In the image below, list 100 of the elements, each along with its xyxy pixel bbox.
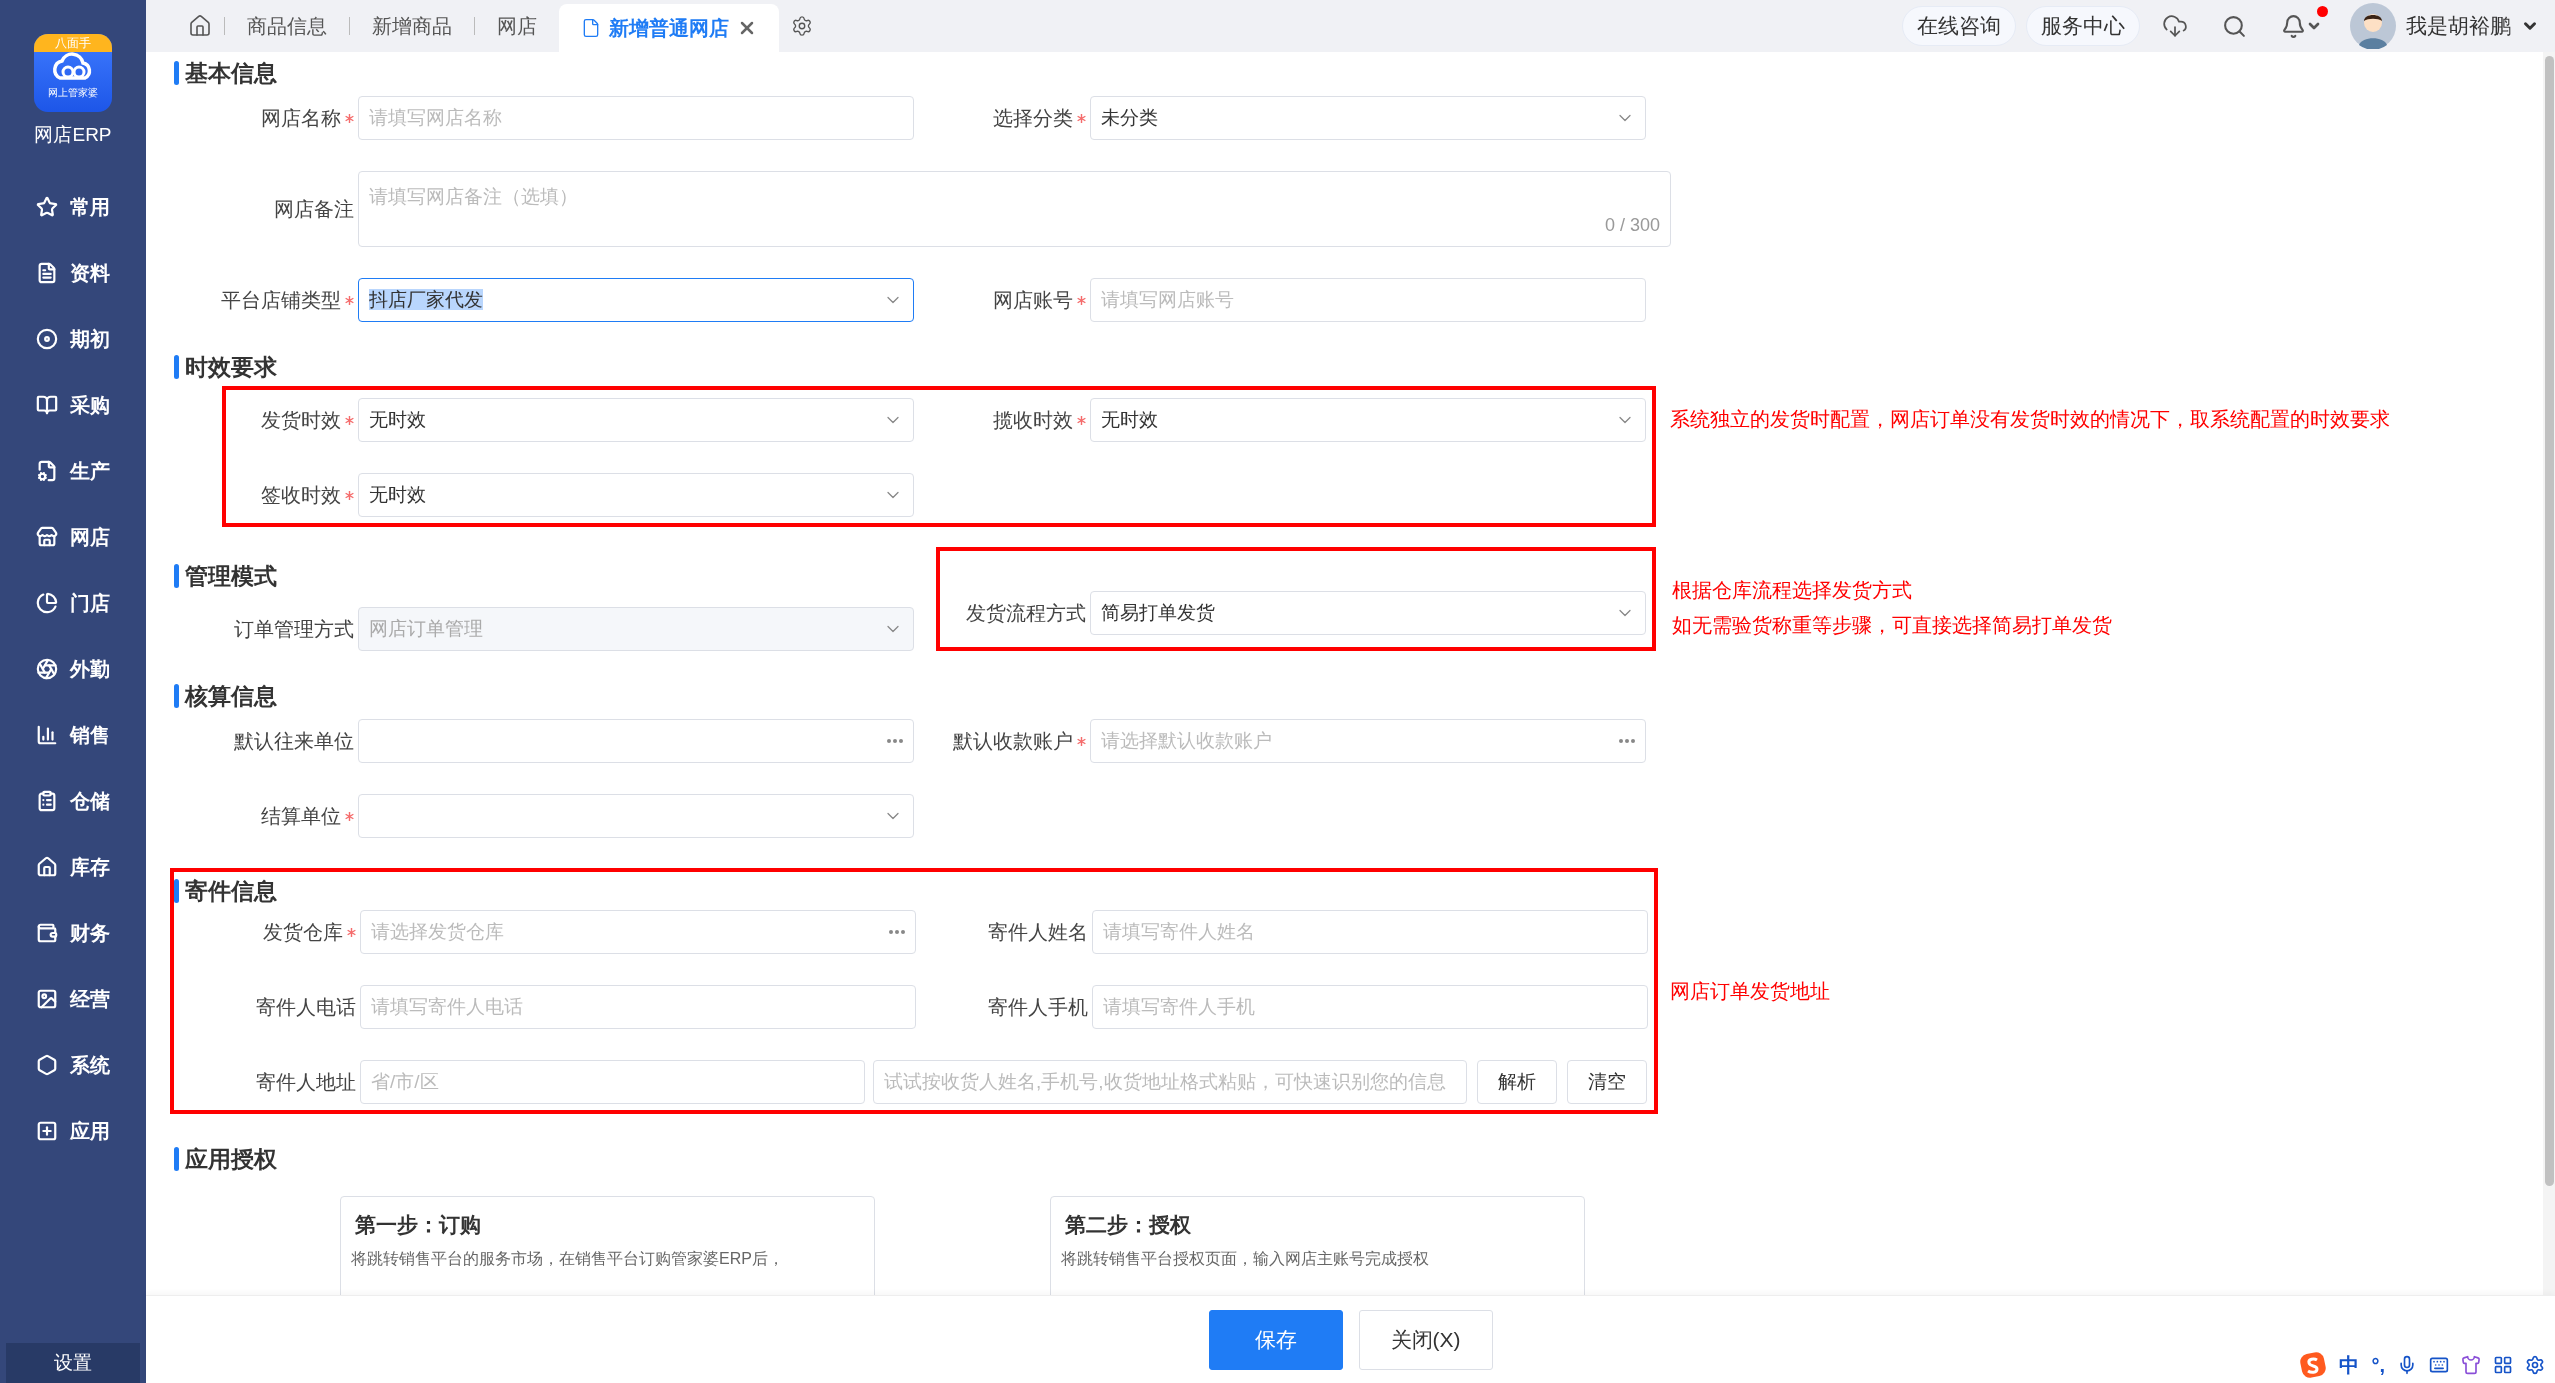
field-label: 结算单位	[261, 803, 341, 829]
select-field[interactable]	[358, 794, 914, 838]
close-button[interactable]: 关闭(X)	[1358, 1309, 1493, 1370]
annotation-note: 如无需验货称重等步骤，可直接选择简易打单发货	[1672, 613, 2112, 638]
scrollbar[interactable]	[2543, 52, 2555, 1295]
sidebar-item[interactable]: 生产	[0, 438, 146, 504]
sidebar-item[interactable]: 资料	[0, 240, 146, 306]
bell-icon[interactable]	[2281, 13, 2306, 39]
store-icon	[36, 526, 58, 548]
field-label: 寄件人手机	[988, 994, 1088, 1020]
field-label: 发货仓库	[263, 919, 343, 945]
section-title: 应用授权	[174, 1144, 2543, 1174]
select-field[interactable]: 未分类	[1090, 96, 1646, 140]
field-label: 寄件人地址	[256, 1069, 356, 1095]
select-field[interactable]: 无时效	[1090, 398, 1646, 442]
field-label: 发货时效	[261, 407, 341, 433]
field-label: 签收时效	[261, 482, 341, 508]
character-count: 0 / 300	[1604, 215, 1660, 236]
microphone-icon[interactable]	[2397, 1355, 2417, 1375]
sidebar-item[interactable]: 经营	[0, 966, 146, 1032]
sidebar-item[interactable]: 常用	[0, 174, 146, 240]
section-title: 时效要求	[174, 352, 2543, 382]
help-link[interactable]: 服务中心	[2026, 6, 2140, 46]
user-menu[interactable]: 我是胡裕鹏	[2344, 2, 2545, 50]
document-icon	[36, 262, 58, 284]
sidebar-item[interactable]: 仓储	[0, 768, 146, 834]
annotation-note: 根据仓库流程选择发货方式	[1672, 578, 1913, 603]
ime-label: °,	[2371, 1353, 2385, 1377]
sidebar-item[interactable]: 采购	[0, 372, 146, 438]
select-field[interactable]: 无时效	[358, 398, 914, 442]
more-icon	[1619, 739, 1635, 743]
house-icon	[36, 856, 58, 878]
address-button[interactable]: 清空	[1567, 1060, 1647, 1104]
document-icon	[581, 18, 601, 38]
shirt-icon[interactable]	[2461, 1355, 2481, 1375]
field-label: 寄件人姓名	[988, 919, 1088, 945]
settings-button[interactable]: 设置	[6, 1343, 140, 1383]
sidebar-item[interactable]: 财务	[0, 900, 146, 966]
clipboard-icon	[36, 790, 58, 812]
sidebar-item[interactable]: 库存	[0, 834, 146, 900]
sidebar-item[interactable]: 外勤	[0, 636, 146, 702]
app-name: 网店ERP	[33, 123, 113, 147]
ime-toolbar[interactable]: 中 °,	[2289, 1347, 2555, 1383]
field-label: 平台店铺类型	[221, 287, 341, 313]
select-field[interactable]: 抖店厂家代发	[358, 278, 914, 322]
field-label: 订单管理方式	[234, 616, 354, 642]
sidebar-item[interactable]: 网店	[0, 504, 146, 570]
sidebar-item[interactable]: 系统	[0, 1032, 146, 1098]
ime-label: 中	[2339, 1352, 2360, 1378]
more-icon	[889, 930, 905, 934]
sidebar-item[interactable]: 门店	[0, 570, 146, 636]
field-label: 网店名称	[261, 105, 341, 131]
tab[interactable]: 新增商品	[350, 0, 474, 52]
avatar-icon	[2350, 3, 2396, 49]
field-label: 揽收时效	[993, 407, 1073, 433]
address-button[interactable]: 解析	[1477, 1060, 1557, 1104]
card-text: 将跳转销售平台的服务市场，在销售平台订购管家婆ERP后，	[351, 1249, 785, 1269]
app-logo: 八面手 网上管家婆	[34, 34, 112, 112]
field-label: 网店账号	[993, 287, 1073, 313]
field-label: 默认往来单位	[234, 728, 354, 754]
annotation-note: 网店订单发货地址	[1670, 978, 1830, 1004]
file-gear-icon	[36, 460, 58, 482]
hexagon-icon	[36, 1054, 58, 1076]
wallet-icon	[36, 922, 58, 944]
image-icon	[36, 988, 58, 1010]
ime-logo-icon	[2299, 1351, 2328, 1379]
card-title: 第二步：授权	[1064, 1212, 1192, 1238]
settings-icon[interactable]	[2525, 1355, 2545, 1375]
tab[interactable]: 商品信息	[225, 0, 349, 52]
tab[interactable]: 新增普通网店	[559, 4, 779, 52]
home-icon[interactable]	[188, 14, 212, 38]
grid-icon[interactable]	[2493, 1355, 2513, 1375]
settings-icon[interactable]	[791, 15, 813, 37]
field-label: 发货流程方式	[966, 600, 1086, 626]
aperture-icon	[36, 658, 58, 680]
annotation-note: 系统独立的发货时配置，网店订单没有发货时效的情况下，取系统配置的时效要求	[1670, 407, 2390, 432]
sidebar-item[interactable]: 应用	[0, 1098, 146, 1164]
field-label: 寄件人电话	[256, 994, 356, 1020]
tab[interactable]: 网店	[475, 0, 559, 52]
section-title: 基本信息	[174, 58, 2543, 88]
bar-chart-icon	[36, 724, 58, 746]
section-title: 核算信息	[174, 681, 2543, 711]
sidebar-item[interactable]: 销售	[0, 702, 146, 768]
star-icon	[36, 196, 58, 218]
save-button[interactable]: 保存	[1208, 1309, 1343, 1370]
help-link[interactable]: 在线咨询	[1902, 6, 2016, 46]
book-icon	[36, 394, 58, 416]
section-title: 管理模式	[174, 561, 914, 591]
keyboard-icon[interactable]	[2429, 1355, 2449, 1375]
more-icon	[887, 739, 903, 743]
select-field[interactable]: 简易打单发货	[1090, 591, 1646, 635]
field-label: 默认收款账户	[953, 728, 1073, 754]
plus-square-icon	[36, 1120, 58, 1142]
cloud-download-icon[interactable]	[2162, 13, 2188, 39]
sidebar-item[interactable]: 期初	[0, 306, 146, 372]
field-label: 网店备注	[274, 196, 354, 222]
picker-field[interactable]	[358, 719, 914, 763]
search-icon[interactable]	[2222, 13, 2247, 39]
select-field[interactable]: 无时效	[358, 473, 914, 517]
section-title: 寄件信息	[174, 876, 1648, 906]
